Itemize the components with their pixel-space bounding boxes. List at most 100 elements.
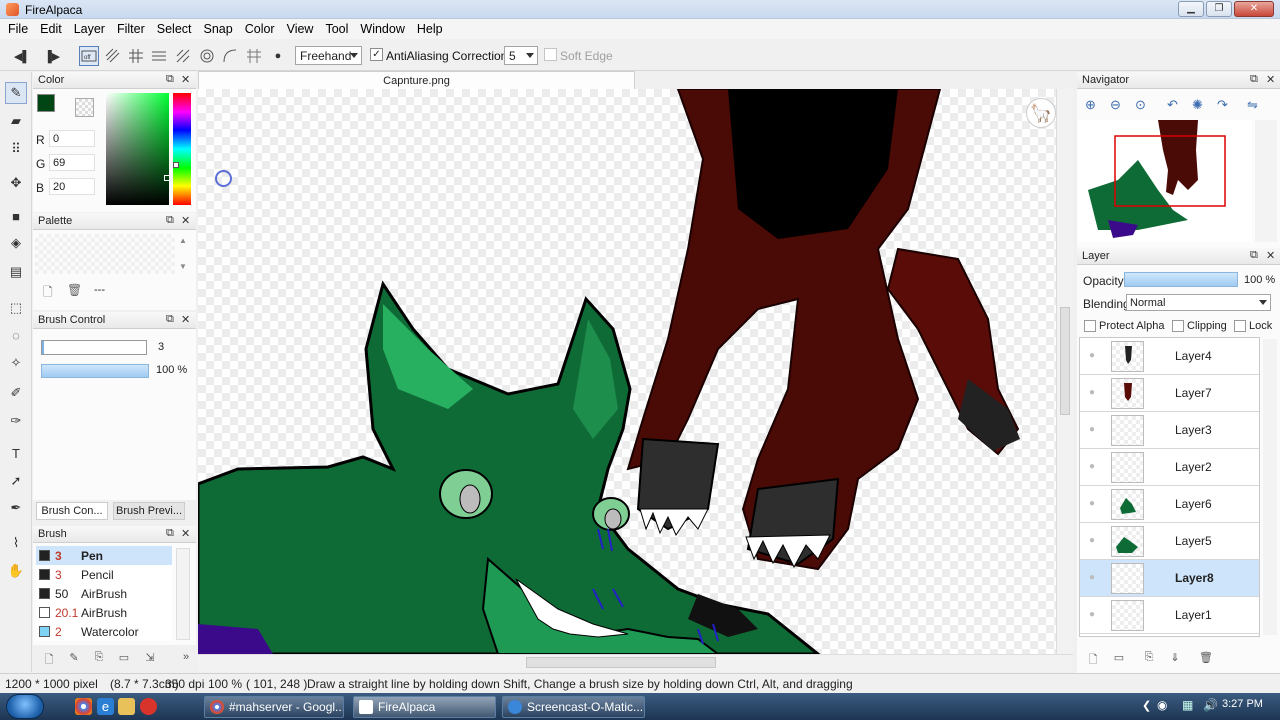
menu-file[interactable]: File [2,22,34,36]
snap-3d-icon[interactable] [244,46,264,66]
divide-tool-icon[interactable]: ✒ [5,497,27,519]
brush-item[interactable]: 3 Pen [36,546,172,565]
menu-color[interactable]: Color [239,22,281,36]
menu-help[interactable]: Help [411,22,449,36]
brush-item[interactable]: 50 AirBrush [36,584,172,603]
undock-icon[interactable]: ⧉ [1250,73,1258,86]
menu-edit[interactable]: Edit [34,22,68,36]
layer-list-scrollbar[interactable] [1263,339,1277,635]
soft-edge-checkbox[interactable] [544,48,557,61]
tab-brush-preview[interactable]: Brush Previ... [113,502,185,520]
brush-opacity-slider[interactable] [41,364,149,378]
snap-grid-icon[interactable] [126,46,146,66]
snap-parallel-icon[interactable] [103,46,123,66]
brush-folder-icon[interactable]: ▭ [117,651,131,665]
operation-tool-icon[interactable]: ➚ [5,470,27,492]
layer-row[interactable]: ● Layer3 [1080,412,1259,449]
layer-row[interactable]: ● Layer2 [1080,449,1259,486]
brush-item[interactable]: 2 Watercolor [36,622,172,641]
scroll-up-icon[interactable]: ▲ [179,236,187,245]
undock-icon[interactable]: ⧉ [166,214,174,227]
menu-tool[interactable]: Tool [319,22,354,36]
layer-row[interactable]: ● Layer7 [1080,375,1259,412]
reset-rotation-icon[interactable]: ✺ [1192,97,1203,113]
layer-visibility-icon[interactable]: ● [1086,498,1098,510]
clipping-checkbox[interactable] [1172,320,1184,332]
vertical-scroll-thumb[interactable] [1060,307,1070,415]
layer-row[interactable]: ● Layer6 [1080,486,1259,523]
eraser-tool-icon[interactable]: ▰ [5,110,27,132]
task-screencast[interactable]: Screencast-O-Matic... [502,696,645,718]
navigator-preview[interactable] [1078,120,1252,242]
snap-off-icon[interactable]: off [79,46,99,66]
pen-tool-icon[interactable]: ✎ [5,82,27,104]
select-pen-tool-icon[interactable]: ✐ [5,382,27,404]
brush-export-icon[interactable]: ⇲ [143,651,157,665]
tray-chevron-icon[interactable]: ❮ [1142,699,1151,712]
rotate-left-icon[interactable]: ↶ [1167,97,1178,113]
undock-icon[interactable]: ⧉ [166,527,174,540]
opera-icon[interactable] [140,698,157,715]
snap-lines-icon[interactable] [149,46,169,66]
undo-icon[interactable]: ◀▌ [12,46,32,66]
hue-slider[interactable] [173,93,191,205]
task-firealpaca[interactable]: FireAlpaca [353,696,496,718]
select-tool-icon[interactable]: ⬚ [5,297,27,319]
layer-visibility-icon[interactable]: ● [1086,609,1098,621]
minimize-button[interactable]: ▁ [1178,1,1204,17]
new-brush-icon[interactable]: 🗋 [42,651,56,666]
layer-visibility-icon[interactable]: ● [1086,350,1098,362]
canvas[interactable]: 🦙 [198,89,1056,654]
hand-tool-icon[interactable]: ✋ [5,560,27,582]
layer-visibility-icon[interactable]: ● [1086,461,1098,473]
horizontal-scroll-thumb[interactable] [526,657,716,668]
move-tool-icon[interactable]: ✥ [5,172,27,194]
lock-checkbox[interactable] [1234,320,1246,332]
undock-icon[interactable]: ⧉ [1250,249,1258,262]
start-button[interactable] [6,694,44,719]
eyedropper-tool-icon[interactable]: ⌇ [5,532,27,554]
palette-grid[interactable] [35,234,175,274]
close-icon[interactable]: ✕ [1266,249,1275,262]
close-icon[interactable]: ✕ [181,527,190,540]
tab-brush-control[interactable]: Brush Con... [36,502,108,520]
snap-settings-icon[interactable]: ● [268,46,288,66]
magic-wand-tool-icon[interactable]: ✧ [5,352,27,374]
layer-opacity-slider[interactable] [1124,272,1238,287]
correction-select[interactable]: 5 [504,46,538,65]
close-icon[interactable]: ✕ [181,313,190,326]
undock-icon[interactable]: ⧉ [166,313,174,326]
brush-settings-icon[interactable]: ✎ [67,651,81,665]
bucket-tool-icon[interactable]: ◈ [5,232,27,254]
volume-icon[interactable]: 🔊 [1203,698,1218,712]
dot-tool-icon[interactable]: ⠿ [5,138,27,160]
navigator-scrollbar[interactable] [1255,120,1277,242]
hue-slider-handle[interactable] [173,162,179,168]
lasso-tool-icon[interactable]: ◌ [5,324,27,346]
canvas-vertical-scrollbar[interactable] [1056,89,1073,654]
brush-size-slider[interactable] [41,340,147,355]
rotate-right-icon[interactable]: ↷ [1217,97,1228,113]
close-icon[interactable]: ✕ [181,73,190,86]
blending-select[interactable]: Normal [1126,294,1271,311]
scroll-down-icon[interactable]: ▼ [179,262,187,271]
zoom-out-icon[interactable]: ⊖ [1110,97,1121,113]
flip-icon[interactable]: ⇋ [1247,97,1258,113]
canvas-horizontal-scrollbar[interactable] [198,654,1073,671]
menu-select[interactable]: Select [151,22,198,36]
chrome-icon[interactable] [75,698,92,715]
brush-copy-icon[interactable]: ⎘ [92,651,106,665]
menu-window[interactable]: Window [354,22,410,36]
close-icon[interactable]: ✕ [181,214,190,227]
layer-row[interactable]: ● Layer5 [1080,523,1259,560]
ie-icon[interactable]: e [97,698,114,715]
panel-menu-icon[interactable]: » [179,651,193,665]
delete-layer-icon[interactable]: 🗑 [1199,651,1213,665]
brush-item[interactable]: 20.1 AirBrush [36,603,172,622]
menu-layer[interactable]: Layer [68,22,111,36]
transparent-color-swatch[interactable] [75,98,94,117]
menu-view[interactable]: View [281,22,320,36]
alpaca-mascot-icon[interactable]: 🦙 [1026,98,1056,128]
b-input[interactable]: 20 [49,178,95,195]
layer-row-selected[interactable]: ● Layer8 [1080,560,1259,597]
